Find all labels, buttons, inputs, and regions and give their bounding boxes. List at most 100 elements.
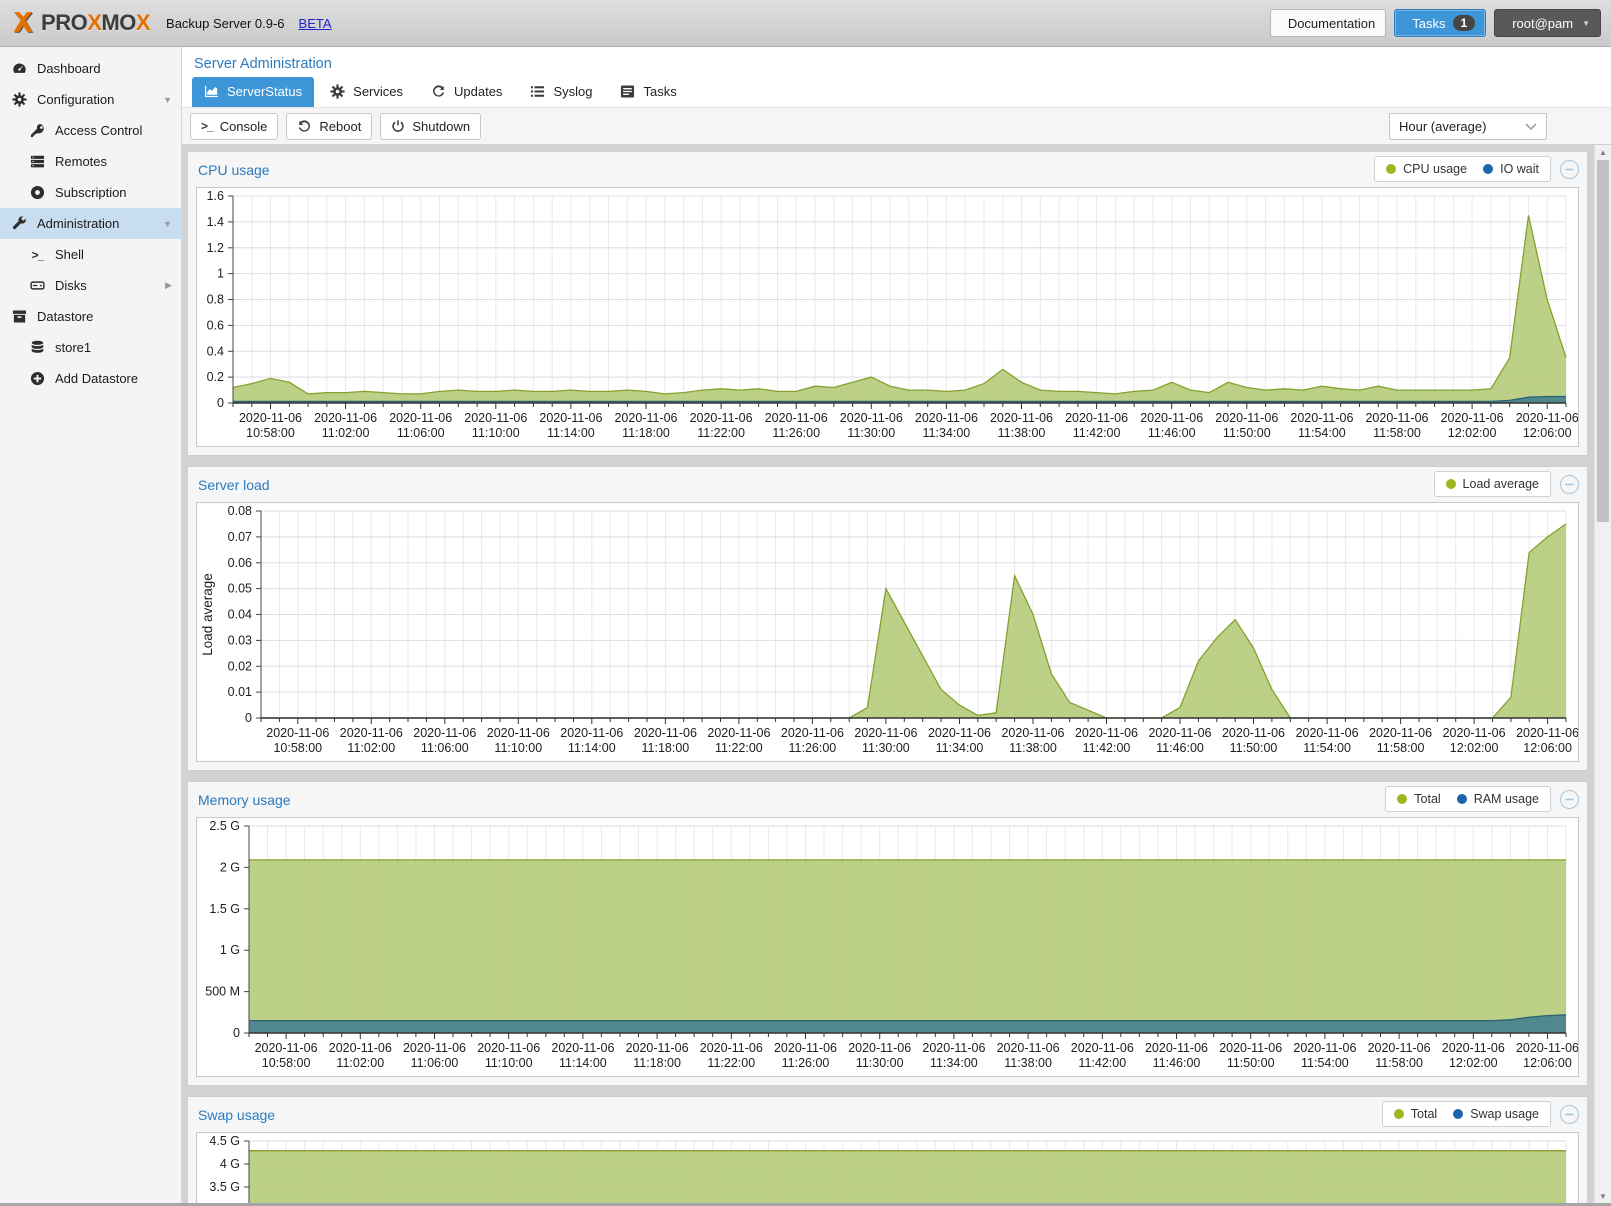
tab-services[interactable]: Services — [318, 77, 415, 107]
scroll-up-arrow[interactable]: ▲ — [1595, 148, 1611, 157]
sidebar-item-administration[interactable]: Administration ▼ — [0, 208, 181, 239]
tab-serverstatus[interactable]: ServerStatus — [192, 77, 314, 107]
tasks-label: Tasks — [1412, 16, 1445, 31]
cpu-usage-legend: CPU usage IO wait — [1374, 156, 1551, 182]
svg-text:2020-11-06: 2020-11-06 — [539, 411, 602, 425]
legend-dot-icon — [1394, 1109, 1404, 1119]
sidebar-item-label: Configuration — [37, 92, 114, 107]
svg-text:2020-11-06: 2020-11-06 — [1148, 726, 1211, 740]
user-menu-button[interactable]: root@pam ▼ — [1494, 9, 1601, 37]
collapse-arrow-icon[interactable]: ▼ — [163, 219, 172, 229]
svg-text:0.03: 0.03 — [228, 633, 252, 647]
legend-item-cpu-usage[interactable]: CPU usage — [1386, 162, 1467, 176]
collapse-panel-icon[interactable] — [1560, 475, 1579, 494]
expand-arrow-icon[interactable]: ▶ — [165, 280, 172, 291]
svg-text:3.5 G: 3.5 G — [209, 1180, 240, 1194]
svg-text:0.06: 0.06 — [228, 556, 252, 570]
legend-item-swap-usage[interactable]: Swap usage — [1453, 1107, 1539, 1121]
sidebar-item-access-control[interactable]: Access Control — [0, 115, 181, 146]
svg-text:11:58:00: 11:58:00 — [1377, 741, 1425, 755]
console-button[interactable]: >_Console — [190, 113, 278, 140]
collapse-arrow-icon[interactable]: ▼ — [163, 95, 172, 105]
svg-text:2020-11-06: 2020-11-06 — [266, 726, 329, 740]
svg-text:2020-11-06: 2020-11-06 — [1516, 1041, 1578, 1055]
tab-label: Syslog — [553, 84, 592, 99]
svg-text:11:34:00: 11:34:00 — [923, 426, 971, 440]
svg-text:0.08: 0.08 — [228, 504, 252, 518]
legend-item-ram-usage[interactable]: RAM usage — [1457, 792, 1539, 806]
svg-text:2020-11-06: 2020-11-06 — [765, 411, 828, 425]
legend-dot-icon — [1386, 164, 1396, 174]
panel-title: Swap usage — [198, 1107, 275, 1123]
svg-text:11:58:00: 11:58:00 — [1373, 426, 1421, 440]
svg-text:11:14:00: 11:14:00 — [568, 741, 616, 755]
sidebar-item-store1[interactable]: store1 — [0, 332, 181, 363]
sidebar-item-label: Remotes — [55, 154, 107, 169]
sidebar-item-add-datastore[interactable]: Add Datastore — [0, 363, 181, 394]
dashboard-icon — [11, 61, 28, 76]
svg-text:2020-11-06: 2020-11-06 — [551, 1041, 614, 1055]
documentation-button[interactable]: Documentation — [1270, 9, 1386, 37]
sidebar-item-shell[interactable]: >_Shell — [0, 239, 181, 270]
scroll-region: CPU usageCPU usageIO wait00.20.40.60.811… — [182, 145, 1611, 1206]
sidebar-item-dashboard[interactable]: Dashboard — [0, 53, 181, 84]
legend-item-total[interactable]: Total — [1397, 792, 1440, 806]
collapse-panel-icon[interactable] — [1560, 1105, 1579, 1124]
legend-label: Swap usage — [1470, 1107, 1539, 1121]
svg-text:2020-11-06: 2020-11-06 — [1369, 726, 1432, 740]
sidebar-item-remotes[interactable]: Remotes — [0, 146, 181, 177]
legend-label: CPU usage — [1403, 162, 1467, 176]
svg-text:11:10:00: 11:10:00 — [485, 1056, 533, 1070]
svg-text:2020-11-06: 2020-11-06 — [1145, 1041, 1208, 1055]
scrollbar-thumb[interactable] — [1597, 160, 1609, 522]
legend-item-load-average[interactable]: Load average — [1446, 477, 1539, 491]
plus-circle-icon — [29, 371, 46, 386]
tasks-button[interactable]: Tasks 1 — [1394, 9, 1486, 37]
power-icon — [391, 119, 405, 133]
product-name: Backup Server 0.9-6 — [166, 16, 285, 31]
vertical-scrollbar[interactable]: ▲ ▼ — [1594, 145, 1611, 1206]
sidebar-item-label: Access Control — [55, 123, 142, 138]
tab-updates[interactable]: Updates — [419, 77, 514, 107]
svg-text:2020-11-06: 2020-11-06 — [413, 726, 476, 740]
svg-text:11:50:00: 11:50:00 — [1227, 1056, 1275, 1070]
svg-text:0.02: 0.02 — [228, 659, 252, 673]
svg-text:2020-11-06: 2020-11-06 — [1001, 726, 1064, 740]
sidebar-item-label: Disks — [55, 278, 87, 293]
undo-icon — [297, 119, 312, 134]
collapse-panel-icon[interactable] — [1560, 790, 1579, 809]
sidebar-item-configuration[interactable]: Configuration ▼ — [0, 84, 181, 115]
svg-text:2020-11-06: 2020-11-06 — [403, 1041, 466, 1055]
tab-syslog[interactable]: Syslog — [518, 77, 604, 107]
collapse-panel-icon[interactable] — [1560, 160, 1579, 179]
sidebar-item-disks[interactable]: Disks ▶ — [0, 270, 181, 301]
swap-usage-chart: 0500 M1 G1.5 G2 G2.5 G3 G3.5 G4 G4.5 G20… — [196, 1132, 1579, 1206]
time-range-select[interactable]: Hour (average) — [1389, 113, 1547, 140]
terminal-icon: >_ — [201, 119, 213, 133]
svg-text:1.4: 1.4 — [207, 215, 224, 229]
legend-item-io-wait[interactable]: IO wait — [1483, 162, 1539, 176]
svg-text:1.6: 1.6 — [207, 189, 224, 203]
refresh-icon — [431, 84, 446, 99]
shutdown-button[interactable]: Shutdown — [380, 113, 481, 140]
svg-text:2020-11-06: 2020-11-06 — [477, 1041, 540, 1055]
scroll-down-arrow[interactable]: ▼ — [1595, 1192, 1611, 1201]
svg-text:12:02:00: 12:02:00 — [1450, 741, 1499, 755]
beta-link[interactable]: BETA — [299, 16, 332, 31]
sidebar-item-datastore[interactable]: Datastore — [0, 301, 181, 332]
legend-item-total[interactable]: Total — [1394, 1107, 1437, 1121]
svg-text:10:58:00: 10:58:00 — [273, 741, 322, 755]
svg-text:2020-11-06: 2020-11-06 — [487, 726, 550, 740]
svg-text:11:10:00: 11:10:00 — [472, 426, 520, 440]
svg-text:0: 0 — [217, 396, 224, 410]
panel-title: Memory usage — [198, 792, 291, 808]
reboot-button[interactable]: Reboot — [286, 113, 372, 140]
sidebar-item-label: Administration — [37, 216, 119, 231]
svg-text:2020-11-06: 2020-11-06 — [854, 726, 917, 740]
svg-text:11:42:00: 11:42:00 — [1078, 1056, 1126, 1070]
tasks-count-badge: 1 — [1453, 15, 1476, 31]
legend-dot-icon — [1457, 794, 1467, 804]
panel-title: CPU usage — [198, 162, 270, 178]
tab-tasks[interactable]: Tasks — [608, 77, 688, 107]
sidebar-item-subscription[interactable]: Subscription — [0, 177, 181, 208]
